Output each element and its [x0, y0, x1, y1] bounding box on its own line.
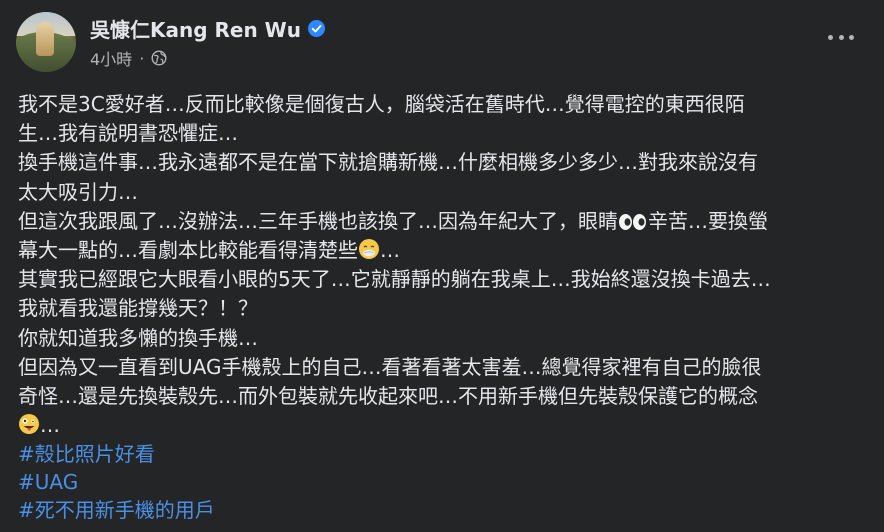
post-timestamp[interactable]: 4小時: [90, 46, 132, 70]
post-line: …: [18, 411, 870, 440]
avatar-person: [36, 22, 54, 56]
eyes-emoji: [619, 213, 646, 230]
zany-face-emoji: [19, 414, 39, 435]
post-meta: 吳慷仁Kang Ren Wu 4小時 ·: [90, 14, 325, 70]
hashtag-link[interactable]: #UAG: [18, 468, 215, 496]
post-line-part: 但這次我跟風了…沒辦法…三年手機也該換了…因為年紀大了，眼睛: [18, 208, 618, 233]
post-line-part: …: [380, 238, 400, 263]
hashtag-list: #殼比照片好看 #UAG #死不用新手機的用戶: [18, 440, 215, 524]
more-options-icon[interactable]: [828, 30, 854, 44]
post-line: 奇怪…還是先換裝殼先…而外包裝就先收起來吧…不用新手機但先裝殼保護它的概念: [18, 384, 758, 409]
post-header: 吳慷仁Kang Ren Wu 4小時 ·: [16, 12, 325, 72]
post-line: 太大吸引力…: [18, 179, 138, 204]
post-line: 生…我有說明書恐懼症…: [18, 121, 238, 146]
post-line: 幕大一點的…看劇本比較能看得清楚些 …: [18, 236, 870, 265]
face-exhaling-emoji: [359, 239, 379, 260]
separator-dot: ·: [139, 48, 145, 68]
post-line: 但因為又一直看到UAG手機殼上的自己…看著看著太害羞…總覺得家裡有自己的臉很: [18, 354, 762, 379]
post-line: 換手機這件事…我永遠都不是在當下就搶購新機…什麼相機多少多少…對我來說沒有: [18, 150, 758, 175]
author-name[interactable]: 吳慷仁Kang Ren Wu: [90, 14, 301, 43]
post-line: 你就知道我多懶的換手機…: [18, 325, 258, 350]
hashtag-link[interactable]: #死不用新手機的用戶: [18, 496, 215, 524]
post-time-row: 4小時 ·: [90, 46, 325, 70]
post-line: 我不是3C愛好者…反而比較像是個復古人，腦袋活在舊時代…覺得電控的東西很陌: [18, 92, 745, 116]
verified-badge-icon: [307, 19, 325, 37]
more-dot: [828, 34, 833, 40]
post-text: 我不是3C愛好者…反而比較像是個復古人，腦袋活在舊時代…覺得電控的東西很陌 生……: [18, 90, 870, 440]
post-line-part: 辛苦…要換螢: [648, 208, 768, 233]
post-line: 但這次我跟風了…沒辦法…三年手機也該換了…因為年紀大了，眼睛 辛苦…要換螢: [18, 207, 870, 236]
hashtag-link[interactable]: #殼比照片好看: [18, 440, 215, 468]
post-line: 我就看我還能撐幾天？！？: [18, 296, 258, 321]
post-line: 其實我已經跟它大眼看小眼的5天了…它就靜靜的躺在我桌上…我始終還沒換卡過去…: [18, 267, 771, 292]
author-row: 吳慷仁Kang Ren Wu: [90, 14, 325, 42]
post-line-part: 幕大一點的…看劇本比較能看得清楚些: [18, 238, 358, 263]
facebook-post: 吳慷仁Kang Ren Wu 4小時 · 我不是3C愛好者…反而比較像是個復古人…: [0, 0, 884, 532]
post-line-part: …: [40, 413, 60, 438]
more-dot: [849, 34, 854, 40]
globe-icon[interactable]: [151, 50, 167, 66]
more-dot: [838, 34, 844, 40]
author-avatar[interactable]: [16, 12, 76, 72]
